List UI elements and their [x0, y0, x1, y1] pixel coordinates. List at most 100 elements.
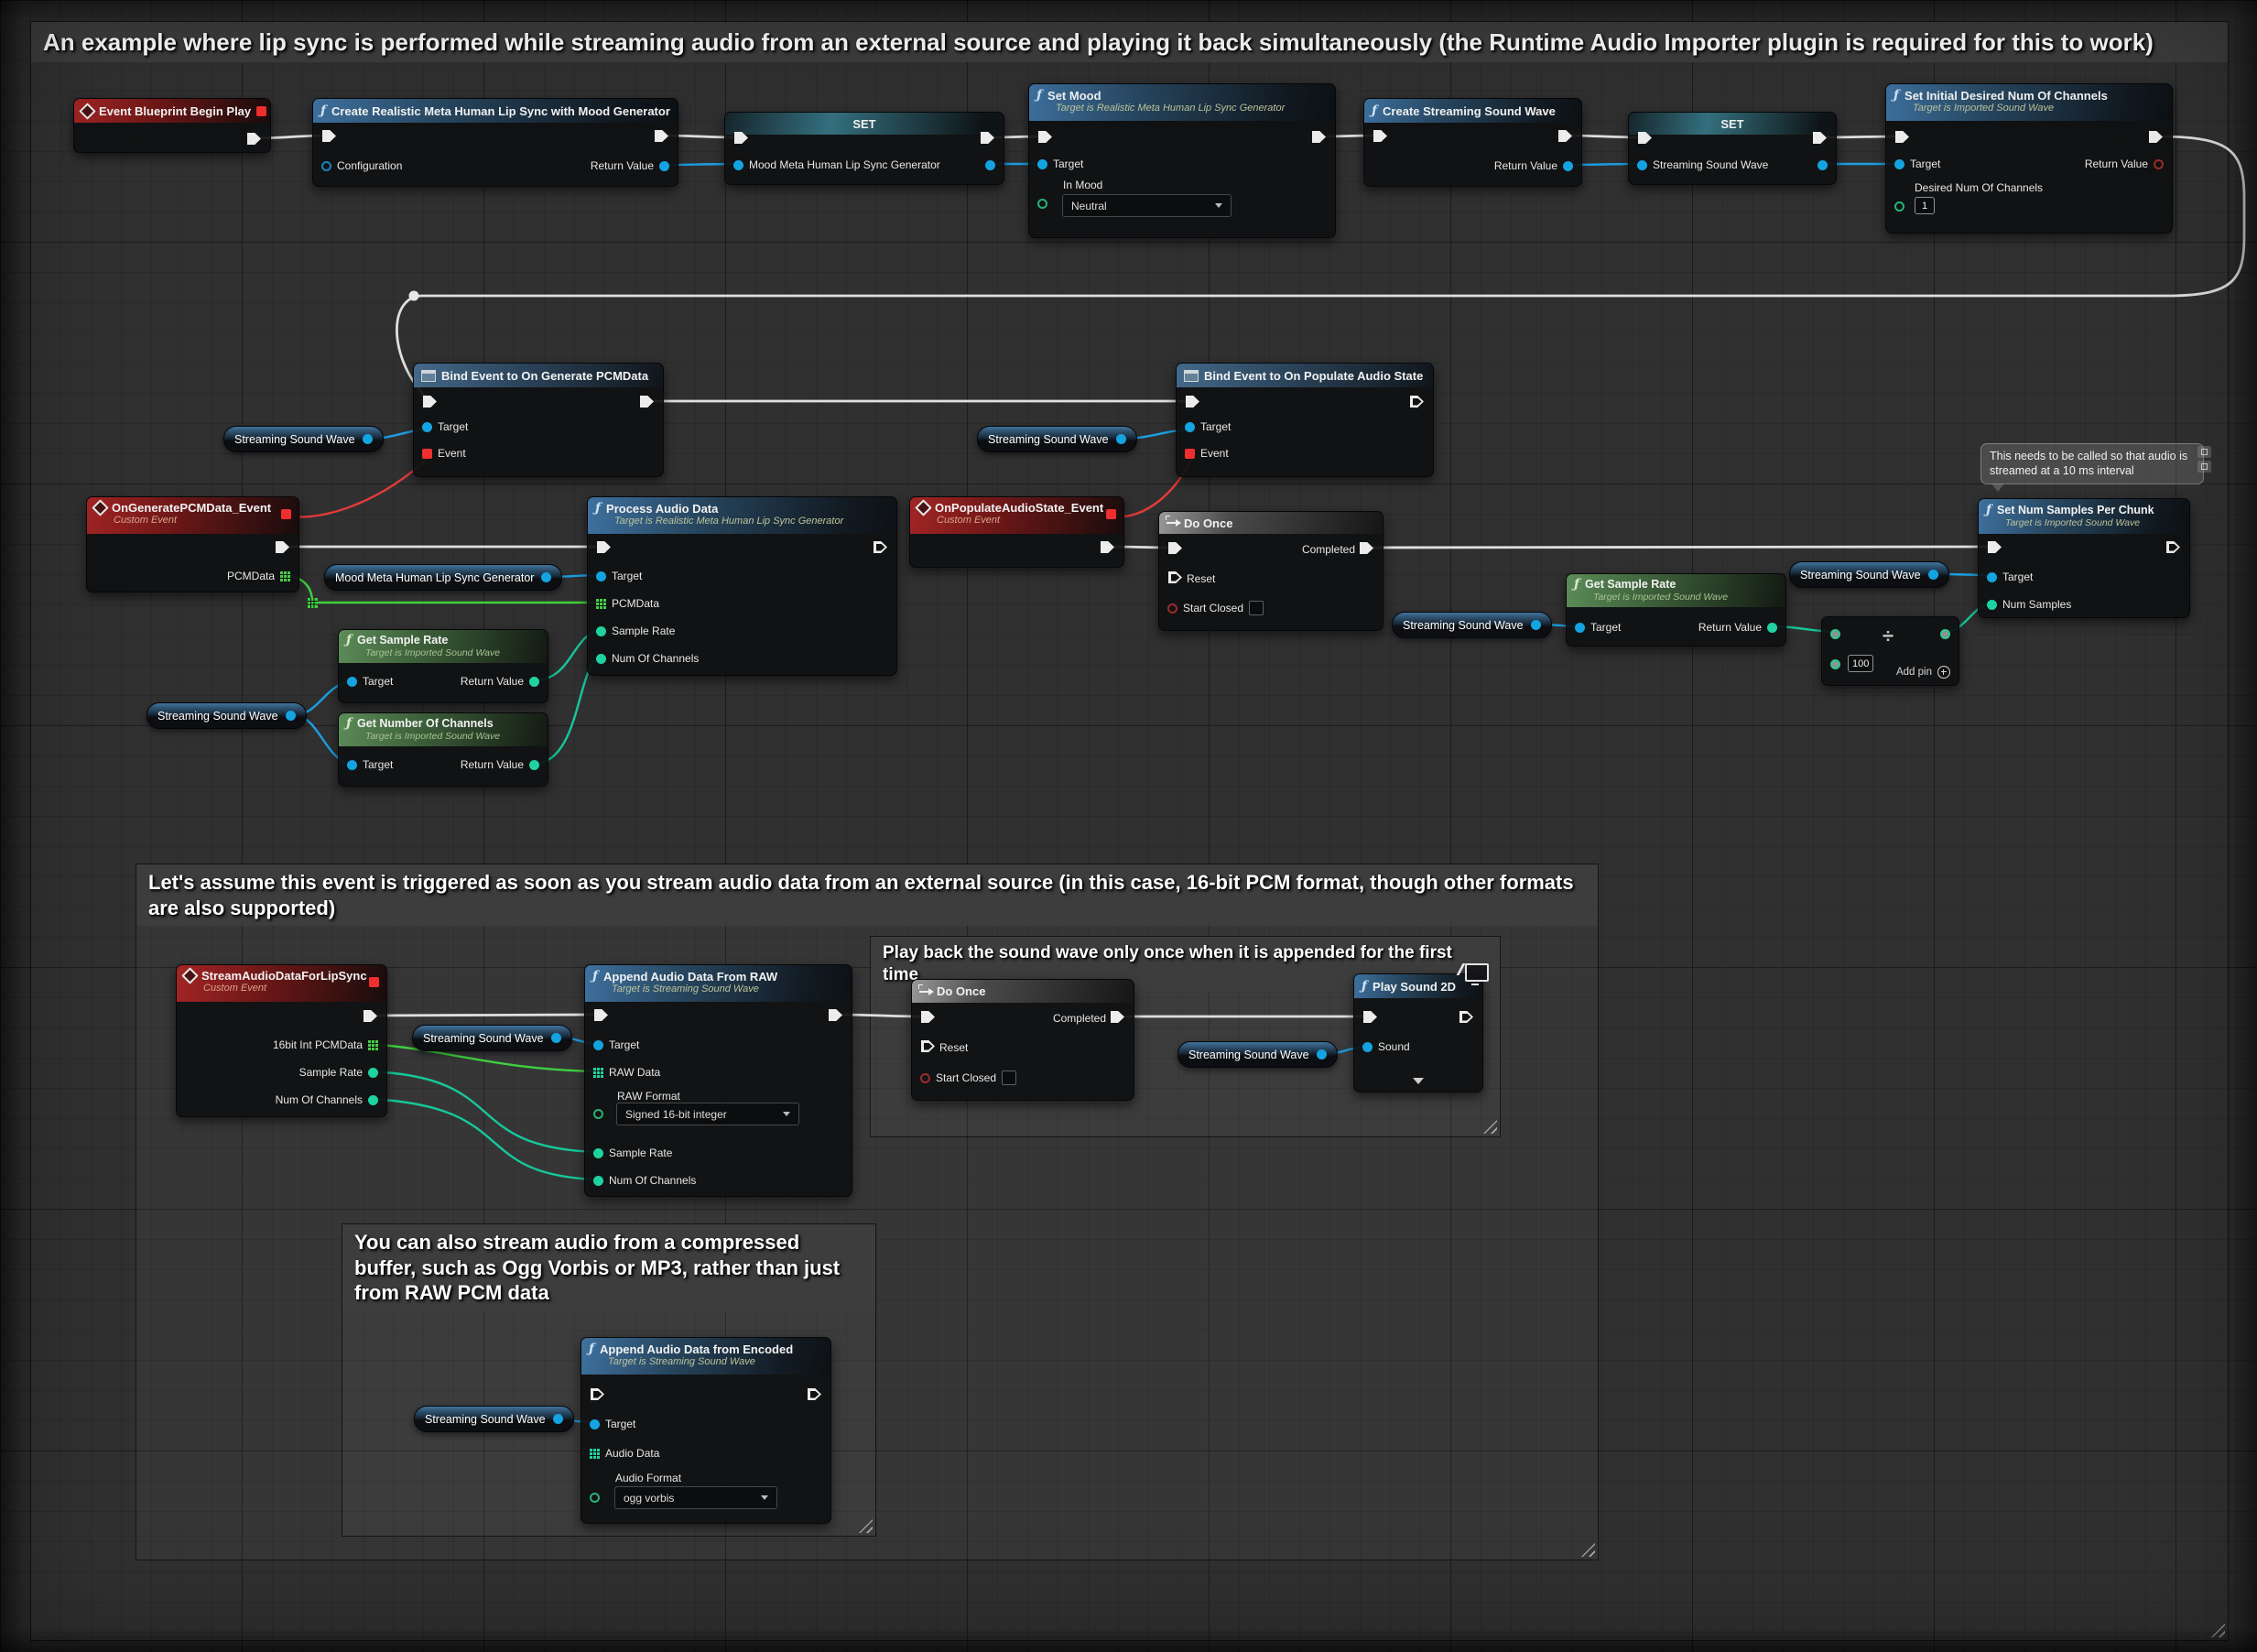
pin-in-mood[interactable] — [1037, 196, 1047, 211]
exec-out-pin[interactable] — [1459, 1011, 1473, 1023]
pin-target[interactable]: Target — [422, 419, 468, 434]
exec-out-pin[interactable] — [655, 130, 668, 142]
pin-raw-data[interactable]: RAW Data — [593, 1065, 660, 1080]
pin-sample-rate[interactable]: Sample Rate — [596, 624, 675, 638]
node-set-mood-generator[interactable]: SET Mood Meta Human Lip Sync Generator — [724, 112, 1004, 185]
pin-return-value[interactable]: Return Value — [461, 674, 539, 689]
pin-audio-data[interactable]: Audio Data — [590, 1446, 659, 1461]
getter-streaming-sound-wave[interactable]: Streaming Sound Wave — [414, 1406, 574, 1432]
pin-sample-rate[interactable]: Sample Rate — [299, 1065, 378, 1080]
node-bind-populate-audio-state[interactable]: Bind Event to On Populate Audio State Ta… — [1176, 363, 1434, 477]
exec-in-pin[interactable] — [1373, 130, 1387, 142]
pin-dividend[interactable] — [1830, 626, 1840, 641]
getter-streaming-sound-wave[interactable]: Streaming Sound Wave — [977, 426, 1137, 452]
exec-out-pin[interactable] — [1101, 541, 1114, 553]
pin-target[interactable]: Target — [347, 757, 393, 772]
exec-out-pin[interactable] — [808, 1388, 821, 1400]
pin-value-out[interactable] — [985, 158, 995, 172]
start-closed-checkbox[interactable] — [1002, 1071, 1016, 1085]
pin-raw-format[interactable] — [593, 1106, 603, 1121]
node-divide[interactable]: 100 ÷ Add pin — [1821, 616, 1959, 686]
exec-completed-pin[interactable] — [1111, 1011, 1124, 1023]
pin-streaming-sound-wave[interactable]: Streaming Sound Wave — [1637, 158, 1768, 172]
bubble-toggle-icon[interactable] — [2197, 461, 2211, 473]
exec-completed-pin[interactable] — [1360, 542, 1373, 554]
pin-out[interactable] — [1116, 434, 1126, 444]
node-set-mood[interactable]: ƒSet Mood Target is Realistic Meta Human… — [1028, 83, 1336, 238]
pin-desired-channels[interactable] — [1894, 199, 1904, 213]
exec-in-pin[interactable] — [921, 1011, 935, 1023]
node-do-once-1[interactable]: Do Once Completed Reset Start Closed — [1158, 511, 1383, 631]
node-create-streaming-sound-wave[interactable]: ƒCreate Streaming Sound Wave Return Valu… — [1363, 98, 1582, 187]
divisor-input[interactable]: 100 — [1848, 655, 1873, 672]
pin-target[interactable]: Target — [1575, 620, 1621, 635]
blueprint-graph[interactable]: An example where lip sync is performed w… — [0, 0, 2257, 1652]
pin-num-channels[interactable]: Num Of Channels — [593, 1173, 696, 1188]
pin-num-samples[interactable]: Num Samples — [1987, 597, 2071, 612]
pin-event[interactable]: Event — [1185, 446, 1229, 461]
getter-streaming-sound-wave[interactable]: Streaming Sound Wave — [1789, 561, 1949, 588]
pin-target[interactable]: Target — [593, 1038, 639, 1052]
pin-out[interactable] — [1928, 570, 1938, 580]
delegate-pin[interactable] — [281, 509, 291, 519]
exec-out-pin[interactable] — [1558, 130, 1572, 142]
pin-out[interactable] — [1317, 1049, 1327, 1060]
exec-out-pin[interactable] — [2149, 131, 2163, 143]
expand-node-chevron[interactable] — [1413, 1078, 1424, 1084]
pin-out[interactable] — [553, 1414, 563, 1424]
reroute-node[interactable] — [409, 291, 419, 301]
delegate-pin[interactable] — [1106, 509, 1116, 519]
pin-target[interactable]: Target — [590, 1417, 635, 1431]
pin-out[interactable] — [1531, 620, 1541, 630]
pin-event[interactable]: Event — [422, 446, 466, 461]
exec-in-pin[interactable] — [1363, 1011, 1377, 1023]
pin-return-value[interactable]: Return Value — [1698, 620, 1777, 635]
audio-format-dropdown[interactable]: ogg vorbis — [614, 1486, 777, 1509]
exec-out-pin[interactable] — [829, 1009, 842, 1021]
pin-configuration[interactable]: Configuration — [321, 158, 402, 173]
exec-in-pin[interactable] — [322, 130, 336, 142]
pin-out[interactable] — [363, 434, 373, 444]
exec-out-pin[interactable] — [640, 396, 654, 408]
node-get-num-channels[interactable]: ƒGet Number Of Channels Target is Import… — [338, 712, 548, 787]
pin-target[interactable]: Target — [1987, 570, 2033, 584]
pin-pcmdata[interactable]: PCMData — [596, 596, 659, 611]
pin-mood-generator[interactable]: Mood Meta Human Lip Sync Generator — [733, 158, 940, 172]
pin-return-value[interactable]: Return Value — [1494, 158, 1573, 173]
pin-start-closed[interactable]: Start Closed — [920, 1071, 1016, 1085]
pin-pcm16[interactable]: 16bit Int PCMData — [273, 1038, 378, 1052]
getter-streaming-sound-wave[interactable]: Streaming Sound Wave — [146, 702, 307, 729]
exec-in-pin[interactable] — [1895, 131, 1909, 143]
exec-out-pin[interactable] — [1410, 396, 1424, 408]
exec-in-pin[interactable] — [1038, 131, 1052, 143]
exec-in-pin[interactable] — [423, 396, 437, 408]
node-append-raw[interactable]: ƒAppend Audio Data From RAW Target is St… — [584, 964, 852, 1197]
exec-reset-pin[interactable] — [921, 1040, 935, 1052]
delegate-pin[interactable] — [256, 106, 266, 116]
pin-return-value[interactable]: Return Value — [461, 757, 539, 772]
pin-divisor[interactable] — [1830, 657, 1840, 671]
exec-in-pin[interactable] — [1168, 542, 1182, 554]
getter-streaming-sound-wave[interactable]: Streaming Sound Wave — [1392, 612, 1552, 638]
exec-in-pin[interactable] — [1988, 541, 2002, 553]
reroute-grid-node[interactable] — [308, 598, 318, 608]
node-event-begin-play[interactable]: Event Blueprint Begin Play — [73, 98, 271, 153]
node-set-streaming-sound-wave[interactable]: SET Streaming Sound Wave — [1628, 112, 1837, 185]
node-set-initial-channels[interactable]: ƒSet Initial Desired Num Of Channels Tar… — [1885, 83, 2173, 234]
node-process-audio-data[interactable]: ƒProcess Audio Data Target is Realistic … — [587, 496, 897, 676]
node-append-encoded[interactable]: ƒAppend Audio Data from Encoded Target i… — [581, 1337, 831, 1524]
pin-sound[interactable]: Sound — [1362, 1039, 1410, 1054]
exec-out-pin[interactable] — [1312, 131, 1326, 143]
getter-mood-generator[interactable]: Mood Meta Human Lip Sync Generator — [324, 564, 562, 591]
node-bind-generate-pcmdata[interactable]: Bind Event to On Generate PCMData Target… — [413, 363, 664, 477]
mood-dropdown[interactable]: Neutral — [1062, 194, 1232, 217]
pin-target[interactable]: Target — [1185, 419, 1231, 434]
pin-out[interactable] — [541, 572, 551, 582]
desired-channels-input[interactable]: 1 — [1915, 197, 1935, 214]
node-on-generate-pcmdata-event[interactable]: OnGeneratePCMData_Event Custom Event PCM… — [86, 496, 299, 592]
node-on-populate-audio-state-event[interactable]: OnPopulateAudioState_Event Custom Event — [909, 496, 1124, 568]
exec-in-pin[interactable] — [597, 541, 611, 553]
add-pin-button[interactable]: Add pin — [1896, 666, 1950, 679]
pin-out[interactable] — [551, 1033, 561, 1043]
exec-in-pin[interactable] — [1186, 396, 1199, 408]
